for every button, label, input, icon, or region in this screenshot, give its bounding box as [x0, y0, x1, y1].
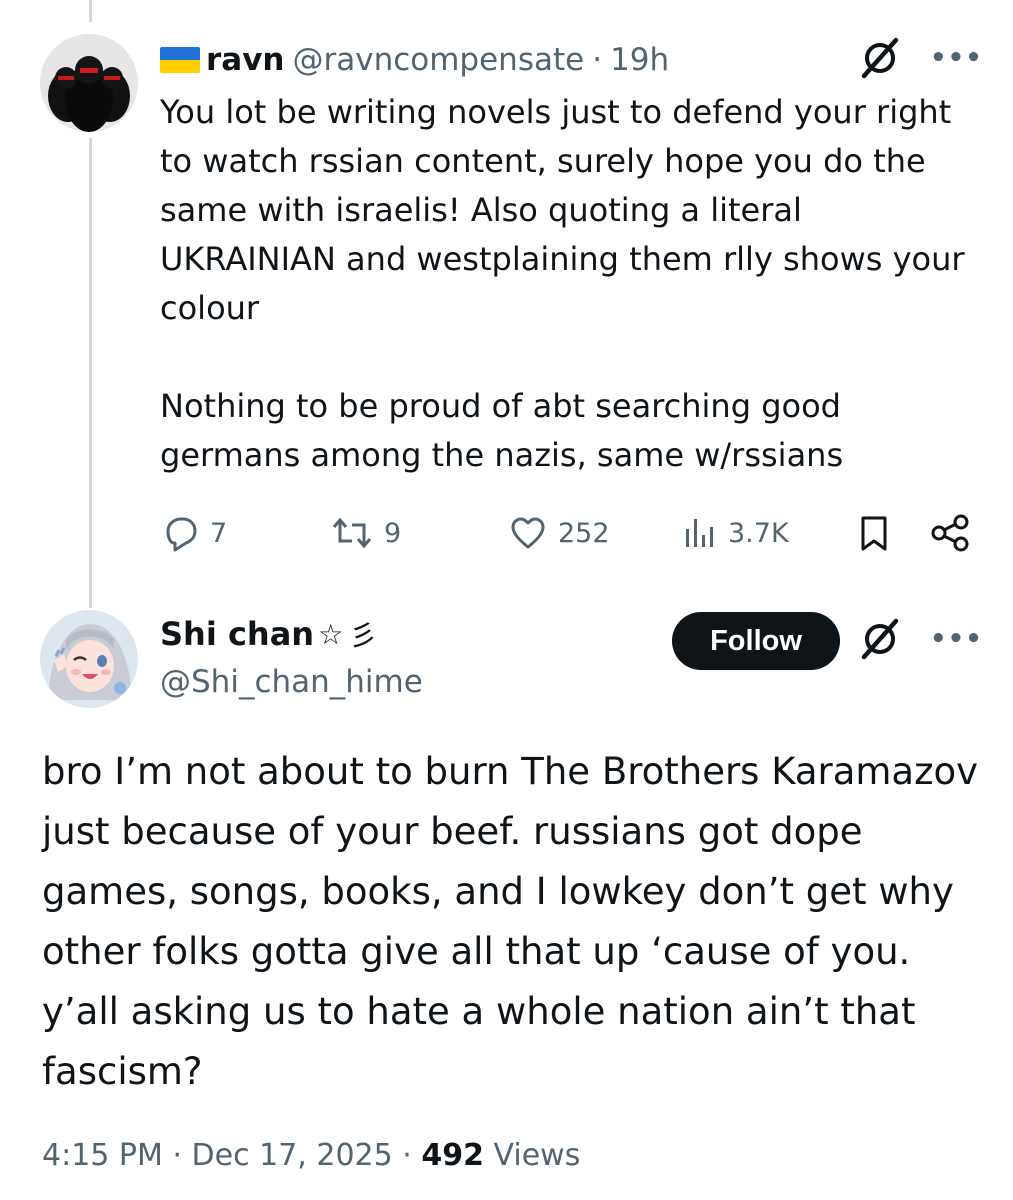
- reply-icon: [166, 517, 197, 552]
- more-icon[interactable]: •••: [930, 43, 983, 73]
- tweet-paragraph-2: Nothing to be proud of abt searching goo…: [160, 387, 844, 474]
- star-icon: ☆: [318, 617, 344, 651]
- avatar-ravn[interactable]: [40, 34, 138, 132]
- reply-count: 7: [210, 517, 228, 549]
- author-name[interactable]: ravn: [206, 42, 284, 78]
- share-button[interactable]: [930, 508, 972, 558]
- views-label: Views: [493, 1138, 581, 1173]
- retweet-button[interactable]: 9: [330, 508, 401, 558]
- more-icon[interactable]: •••: [930, 624, 983, 654]
- tweet-text: You lot be writing novels just to defend…: [160, 88, 980, 480]
- retweet-icon: [332, 517, 372, 549]
- author-name-text: Shi chan: [160, 615, 315, 653]
- separator-dot: ·: [172, 1138, 182, 1173]
- name-emoji: 彡: [349, 619, 378, 652]
- like-button[interactable]: 252: [508, 508, 610, 558]
- share-icon: [931, 514, 969, 552]
- follow-button[interactable]: Follow: [672, 612, 840, 670]
- grok-icon[interactable]: [858, 36, 902, 80]
- tweet-top-icons: •••: [858, 36, 983, 80]
- flag-ukraine-icon: [160, 47, 200, 73]
- tweet-time[interactable]: 19h: [610, 42, 669, 78]
- tweet-time-2[interactable]: 4:15 PM: [42, 1138, 163, 1173]
- views-count: 3.7K: [728, 517, 789, 549]
- author-handle-2[interactable]: @Shi_chan_hime: [160, 664, 423, 700]
- thread-line-top: [89, 0, 92, 22]
- retweet-count: 9: [384, 517, 402, 549]
- tweet-text-2: bro I’m not about to burn The Brothers K…: [42, 750, 979, 1093]
- action-bar: 7 9 252 3.7K: [160, 508, 980, 558]
- tweet-header: ravn @ravncompensate · 19h: [160, 40, 669, 80]
- tweet-paragraph-1: You lot be writing novels just to defend…: [160, 93, 965, 327]
- views-button[interactable]: 3.7K: [682, 508, 789, 558]
- views-count-2: 492: [421, 1138, 484, 1173]
- views-icon: [686, 519, 713, 547]
- author-handle[interactable]: @ravncompensate: [292, 42, 584, 78]
- author-name-2[interactable]: Shi chan ☆ 彡: [160, 614, 377, 654]
- like-icon: [511, 517, 545, 549]
- bookmark-button[interactable]: [856, 508, 892, 558]
- like-count: 252: [558, 517, 610, 549]
- grok-icon[interactable]: [858, 617, 902, 661]
- reply-button[interactable]: 7: [160, 508, 227, 558]
- avatar-shi-chan[interactable]: [40, 610, 138, 708]
- tweet-date[interactable]: Dec 17, 2025: [192, 1138, 393, 1173]
- separator-dot: ·: [592, 42, 603, 78]
- tweet2-top-icons: •••: [858, 617, 983, 661]
- separator-dot: ·: [402, 1138, 412, 1173]
- tweet-meta: 4:15 PM · Dec 17, 2025 · 492 Views: [42, 1138, 580, 1173]
- thread-line: [89, 138, 92, 608]
- bookmark-icon: [861, 516, 887, 551]
